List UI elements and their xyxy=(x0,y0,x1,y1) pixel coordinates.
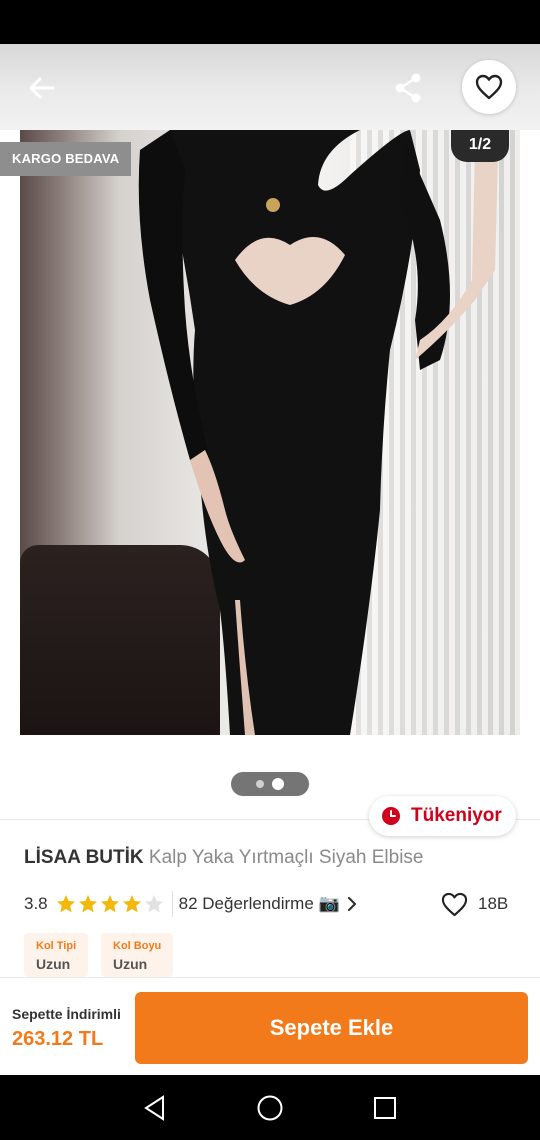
carousel-dot-active[interactable] xyxy=(272,778,284,790)
attribute-sleeve-length: Kol Boyu Uzun xyxy=(101,933,174,977)
product-name: Kalp Yaka Yırtmaçlı Siyah Elbise xyxy=(148,847,424,868)
rating-row: 3.8 82 Değerlendirme 📷 xyxy=(24,890,358,918)
nav-home-icon xyxy=(257,1095,283,1121)
arrow-left-icon xyxy=(29,77,55,99)
heart-outline-icon xyxy=(475,74,503,100)
star-full-icon xyxy=(100,895,119,913)
nav-back-button[interactable] xyxy=(140,1093,170,1123)
page-indicator: 1/2 xyxy=(451,130,509,162)
dress-figure xyxy=(138,130,498,735)
free-shipping-badge: KARGO BEDAVA xyxy=(0,142,132,176)
star-full-icon xyxy=(122,895,141,913)
attribute-label: Kol Boyu xyxy=(113,940,162,952)
heart-outline-icon xyxy=(441,892,468,916)
top-bar xyxy=(0,44,540,130)
attribute-value: Uzun xyxy=(36,956,71,972)
add-to-cart-button[interactable]: Sepete Ekle xyxy=(135,992,528,1064)
stock-text: Tükeniyor xyxy=(411,805,502,826)
star-empty-icon xyxy=(144,895,163,913)
carousel-dot[interactable] xyxy=(256,780,264,788)
attribute-label: Kol Tipi xyxy=(36,940,77,952)
separator xyxy=(171,891,173,917)
nav-home-button[interactable] xyxy=(255,1093,285,1123)
low-stock-badge: Tükeniyor xyxy=(369,796,516,836)
product-gallery[interactable]: KARGO BEDAVA 1/2 xyxy=(0,130,540,820)
carousel-dots[interactable] xyxy=(231,772,309,796)
star-full-icon xyxy=(56,895,75,913)
chevron-right-icon[interactable] xyxy=(346,896,358,912)
bottom-purchase-bar: Sepette İndirimli 263.12 TL Sepete Ekle xyxy=(0,977,540,1075)
nav-recents-button[interactable] xyxy=(370,1093,400,1123)
status-bar xyxy=(0,0,540,44)
like-count-area[interactable]: 18B xyxy=(441,890,508,918)
back-button[interactable] xyxy=(20,66,64,110)
price: 263.12 TL xyxy=(12,1028,104,1050)
discount-label: Sepette İndirimli xyxy=(12,1006,121,1022)
like-count: 18B xyxy=(478,894,509,913)
star-full-icon xyxy=(78,895,97,913)
nav-recents-icon xyxy=(374,1097,396,1119)
rating-stars xyxy=(56,894,164,914)
nav-back-icon xyxy=(144,1095,164,1121)
brand-name[interactable]: LİSAA BUTİK xyxy=(24,847,144,868)
share-button[interactable] xyxy=(386,66,430,110)
product-image[interactable] xyxy=(20,130,520,735)
reviews-link[interactable]: 82 Değerlendirme 📷 xyxy=(179,894,340,914)
product-title: LİSAA BUTİK Kalp Yaka Yırtmaçlı Siyah El… xyxy=(24,847,524,869)
favorite-button[interactable] xyxy=(462,60,516,114)
system-nav-bar xyxy=(0,1075,540,1140)
share-icon xyxy=(395,73,421,103)
attribute-sleeve-type: Kol Tipi Uzun xyxy=(24,933,89,977)
clock-icon xyxy=(382,807,400,825)
attribute-value: Uzun xyxy=(113,956,148,972)
screen: KARGO BEDAVA 1/2 Tükeniyor LİSAA BUTİK K… xyxy=(0,0,540,1140)
rating-value: 3.8 xyxy=(24,894,48,913)
